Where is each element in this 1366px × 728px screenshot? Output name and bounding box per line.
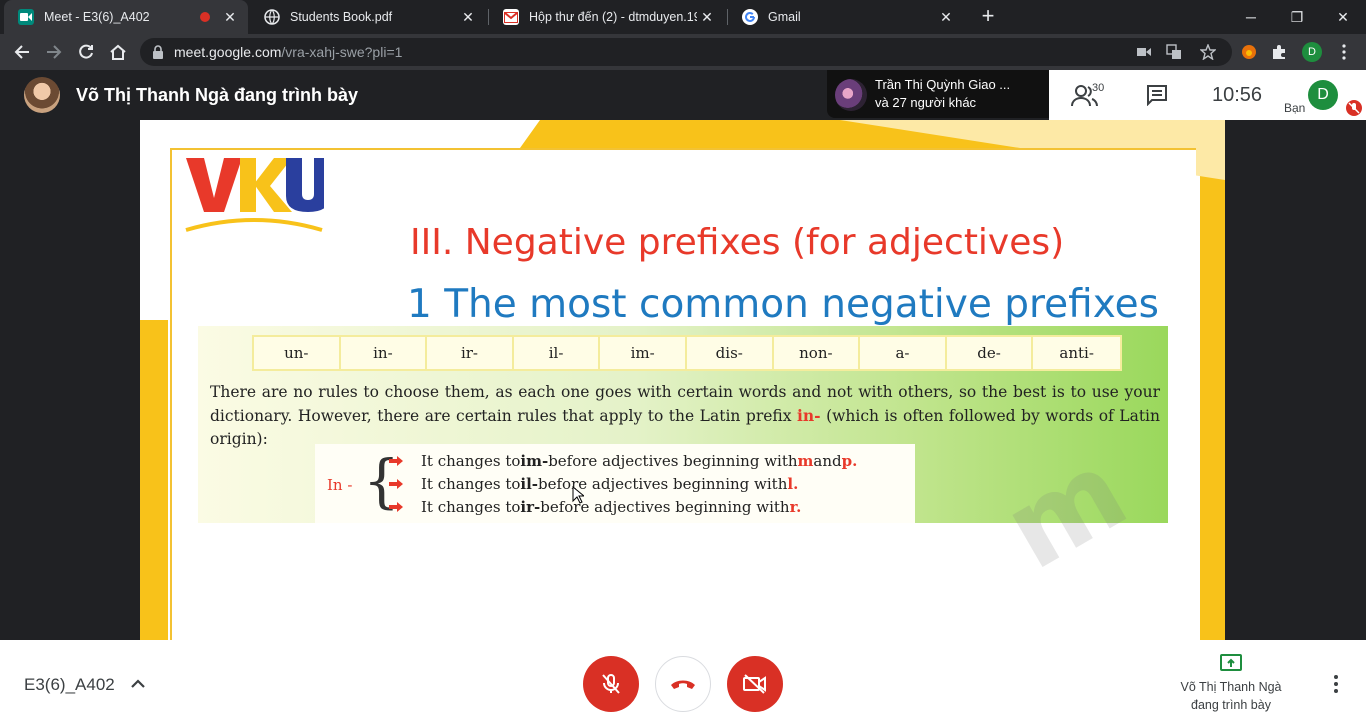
rule-line: It changes to il- before adjectives begi… bbox=[389, 475, 798, 493]
prefix-cell: il- bbox=[514, 337, 601, 369]
gmail-icon bbox=[503, 9, 519, 25]
tab-gmail[interactable]: Gmail ✕ bbox=[728, 0, 964, 34]
participant-count: 30 bbox=[1092, 82, 1105, 94]
presenter-avatar bbox=[24, 77, 60, 113]
recording-dot-icon bbox=[200, 12, 210, 22]
home-icon bbox=[110, 44, 126, 60]
meet-controls: E3(6)_A402 Võ Thị Thanh Ngà đang trình b… bbox=[0, 640, 1366, 728]
presentation-stage: III. Negative prefixes (for adjectives) … bbox=[0, 120, 1366, 640]
presenter-title: Võ Thị Thanh Ngà đang trình bày bbox=[76, 85, 358, 105]
slide-content: III. Negative prefixes (for adjectives) … bbox=[170, 148, 1196, 640]
camera-off-icon bbox=[743, 674, 766, 694]
address-bar[interactable]: meet.google.com/vra-xahj-swe?pli=1 bbox=[140, 38, 1232, 66]
prefix-cell: anti- bbox=[1059, 344, 1094, 362]
slide: III. Negative prefixes (for adjectives) … bbox=[140, 120, 1225, 640]
translate-icon[interactable] bbox=[1166, 44, 1182, 60]
reload-button[interactable] bbox=[74, 40, 98, 64]
mic-muted-icon bbox=[1346, 100, 1362, 116]
prefix-cell: im- bbox=[600, 337, 687, 369]
browser-menu-icon[interactable] bbox=[1334, 42, 1354, 62]
url-text: meet.google.com/vra-xahj-swe?pli=1 bbox=[174, 44, 403, 60]
tab-gmail-inbox[interactable]: Hộp thư đến (2) - dtmduyen.19it ✕ bbox=[489, 0, 725, 34]
browser-toolbar: meet.google.com/vra-xahj-swe?pli=1 D bbox=[0, 34, 1366, 70]
tab-title: Meet - E3(6)_A402 bbox=[44, 10, 150, 24]
home-button[interactable] bbox=[106, 40, 130, 64]
leave-call-button[interactable] bbox=[655, 656, 711, 712]
prefix-cell: a- bbox=[860, 337, 947, 369]
tab-meet[interactable]: Meet - E3(6)_A402 ✕ bbox=[4, 0, 248, 34]
camera-toggle-button[interactable] bbox=[727, 656, 783, 712]
mic-toggle-button[interactable] bbox=[583, 656, 639, 712]
presenting-name[interactable]: Võ Thị Thanh Ngà bbox=[1140, 680, 1322, 694]
meet-header: Võ Thị Thanh Ngà đang trình bày Trần Thị… bbox=[0, 70, 1366, 120]
prefix-cell: de- bbox=[947, 337, 1034, 369]
close-icon[interactable]: ✕ bbox=[936, 7, 956, 27]
self-label: Bạn bbox=[1284, 101, 1306, 115]
meeting-clock: 10:56 bbox=[1212, 84, 1263, 106]
tab-students-book[interactable]: Students Book.pdf ✕ bbox=[250, 0, 486, 34]
prefix-table-panel: un- in- ir- il- im- dis- non- a- de- ant… bbox=[198, 326, 1168, 594]
google-icon bbox=[742, 9, 758, 25]
globe-icon bbox=[264, 9, 280, 25]
arrow-bullet-icon bbox=[389, 502, 403, 512]
prefix-cell: ir- bbox=[427, 337, 514, 369]
in-prefix-label: In - bbox=[327, 476, 353, 494]
hang-up-icon bbox=[671, 680, 695, 689]
bookmark-star-icon[interactable] bbox=[1200, 44, 1216, 60]
prefix-rule-paragraph: There are no rules to choose them, as ea… bbox=[210, 383, 1160, 448]
meeting-name[interactable]: E3(6)_A402 bbox=[24, 675, 115, 695]
more-options-icon[interactable] bbox=[1326, 673, 1346, 695]
tab-title: Gmail bbox=[768, 10, 801, 24]
arrow-bullet-icon bbox=[389, 479, 403, 489]
arrow-bullet-icon bbox=[389, 456, 403, 466]
mic-off-icon bbox=[602, 674, 620, 694]
prefix-cell: in- bbox=[341, 337, 428, 369]
presenting-status[interactable]: đang trình bày bbox=[1140, 698, 1322, 712]
chat-icon[interactable] bbox=[1146, 84, 1168, 106]
reload-icon bbox=[79, 44, 93, 59]
notification-line1: Trần Thị Quỳnh Giao ... bbox=[875, 77, 1011, 92]
camera-icon[interactable] bbox=[1136, 44, 1152, 60]
close-icon[interactable]: ✕ bbox=[458, 7, 478, 27]
browser-tab-strip: Meet - E3(6)_A402 ✕ Students Book.pdf ✕ … bbox=[0, 0, 1366, 34]
extension-fox-icon[interactable] bbox=[1239, 42, 1259, 62]
rule-line: It changes to im- before adjectives begi… bbox=[389, 452, 857, 470]
close-icon[interactable]: ✕ bbox=[220, 7, 240, 27]
tab-title: Hộp thư đến (2) - dtmduyen.19it bbox=[529, 10, 697, 24]
watermark: m bbox=[983, 425, 1147, 595]
self-avatar[interactable]: D bbox=[1308, 80, 1338, 110]
prefix-row: un- in- ir- il- im- dis- non- a- de- ant… bbox=[252, 335, 1122, 371]
prefix-cell: dis- bbox=[687, 337, 774, 369]
in-prefix-rules: In - { It changes to im- before adjectiv… bbox=[315, 444, 915, 523]
meet-info-panel: 30 10:56 Bạn D bbox=[1049, 70, 1366, 120]
back-button[interactable] bbox=[10, 40, 34, 64]
close-window-button[interactable]: ✕ bbox=[1320, 0, 1366, 34]
rule-line: It changes to ir- before adjectives begi… bbox=[389, 498, 801, 516]
slide-title: III. Negative prefixes (for adjectives) bbox=[410, 222, 1065, 263]
notification-line2: và 27 người khác bbox=[875, 95, 977, 110]
present-screen-icon[interactable] bbox=[1220, 654, 1242, 672]
forward-button[interactable] bbox=[42, 40, 66, 64]
profile-avatar[interactable]: D bbox=[1302, 42, 1322, 62]
forward-arrow-icon bbox=[47, 45, 62, 59]
mouse-cursor-icon bbox=[572, 486, 584, 504]
back-arrow-icon bbox=[14, 45, 29, 59]
meet-icon bbox=[18, 9, 34, 25]
extensions-puzzle-icon[interactable] bbox=[1269, 42, 1289, 62]
slide-subtitle: 1 The most common negative prefixes bbox=[407, 282, 1159, 327]
close-icon[interactable]: ✕ bbox=[697, 7, 717, 27]
join-notification[interactable]: Trần Thị Quỳnh Giao ... và 27 người khác bbox=[827, 70, 1049, 118]
prefix-cell: un- bbox=[254, 337, 341, 369]
chevron-up-icon[interactable] bbox=[128, 674, 148, 694]
tab-title: Students Book.pdf bbox=[290, 10, 393, 24]
minimize-button[interactable]: ─ bbox=[1228, 0, 1274, 34]
vku-logo bbox=[185, 158, 324, 232]
prefix-cell: non- bbox=[774, 337, 861, 369]
new-tab-button[interactable]: + bbox=[976, 5, 1000, 29]
participant-avatar bbox=[835, 79, 867, 111]
lock-icon bbox=[153, 45, 163, 59]
restore-button[interactable]: ❐ bbox=[1274, 0, 1320, 34]
